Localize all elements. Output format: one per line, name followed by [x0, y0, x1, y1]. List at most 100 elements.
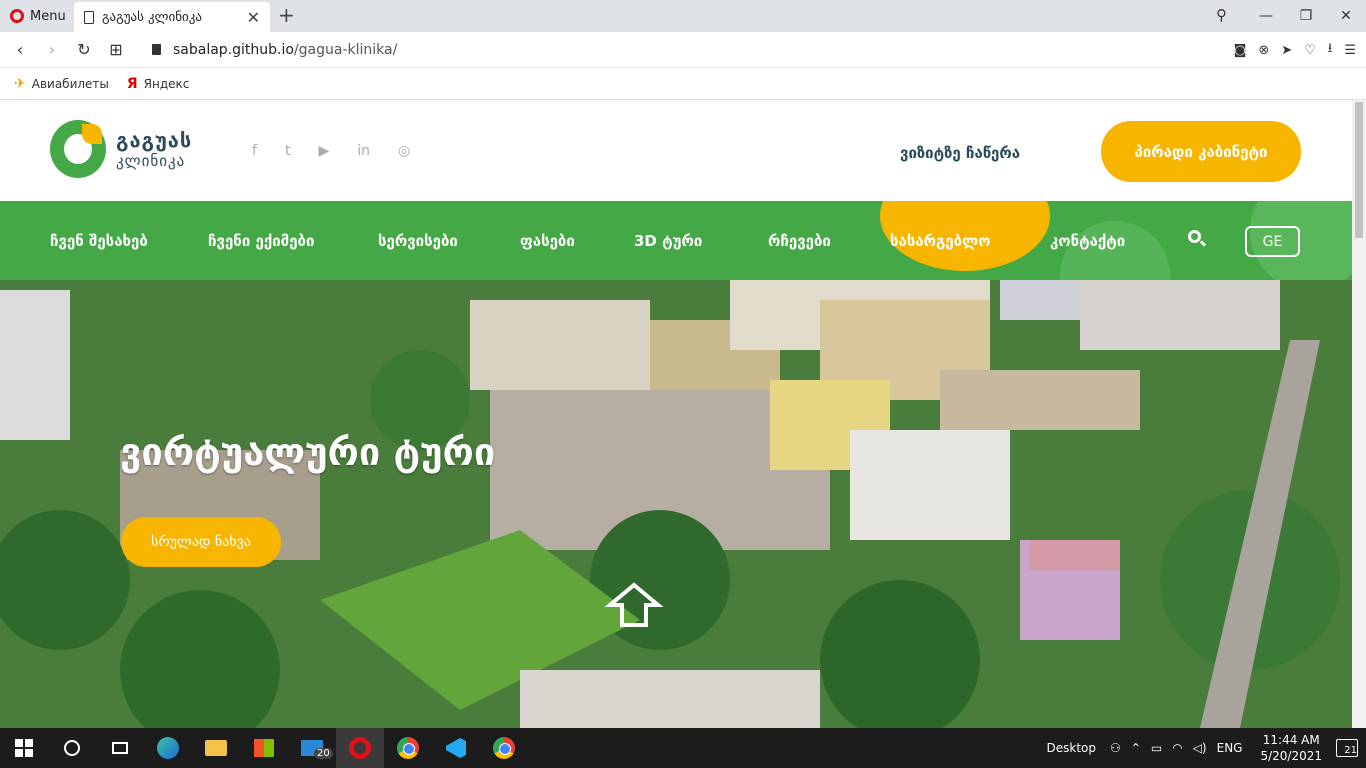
language-button[interactable]: GE: [1245, 226, 1300, 257]
opera-menu-button[interactable]: Menu: [0, 0, 76, 32]
speed-dial-icon[interactable]: ⊞: [100, 40, 132, 59]
bookmark-label: Яндекс: [143, 76, 190, 91]
nav-prices[interactable]: ფასები: [520, 232, 575, 250]
battery-icon[interactable]: ▭: [1151, 741, 1162, 755]
logo-title: გაგუას: [116, 128, 193, 152]
back-button[interactable]: ‹: [4, 40, 36, 59]
search-button[interactable]: [48, 728, 96, 768]
task-view-icon: [112, 742, 128, 754]
url-domain: sabalap.github.io: [173, 41, 294, 58]
camera-icon[interactable]: ◙: [1234, 43, 1247, 58]
store-icon: [254, 739, 274, 757]
hero-title: ვირტუალური ტური: [120, 430, 496, 474]
desktop-toolbar[interactable]: Desktop: [1047, 741, 1097, 755]
file-explorer-button[interactable]: [192, 728, 240, 768]
system-tray: Desktop ⚇ ⌃ ▭ ◠ ◁) ENG 11:44 AM 5/20/202…: [1047, 728, 1366, 768]
social-links: f t ▶ in ◎: [252, 143, 410, 159]
url-field[interactable]: sabalap.github.io/gagua-klinika/: [152, 42, 397, 58]
nav-useful[interactable]: სასარგებლო: [890, 232, 990, 250]
url-path: /gagua-klinika/: [293, 41, 398, 58]
scrollbar-thumb[interactable]: [1355, 102, 1363, 238]
decor-shape: [1060, 221, 1170, 280]
windows-icon: [15, 739, 33, 757]
folder-icon: [205, 740, 227, 756]
chrome-button[interactable]: [384, 728, 432, 768]
mail-badge: 20: [314, 748, 333, 759]
view-full-button[interactable]: სრულად ნახვა: [121, 517, 281, 567]
vscode-icon: [446, 738, 466, 758]
notification-center-icon[interactable]: 21: [1336, 739, 1358, 757]
chrome-icon: [493, 737, 515, 759]
tab-close-icon[interactable]: ✕: [247, 8, 260, 27]
new-tab-button[interactable]: +: [278, 3, 295, 27]
tab-search-icon[interactable]: ⚲: [1216, 6, 1227, 24]
clock[interactable]: 11:44 AM 5/20/2021: [1260, 732, 1322, 764]
easy-setup-icon[interactable]: ☰: [1344, 43, 1356, 58]
nav-3d-tour[interactable]: 3D ტური: [634, 232, 702, 250]
language-indicator[interactable]: ENG: [1217, 741, 1243, 755]
address-bar: ‹ › ↻ ⊞ sabalap.github.io/gagua-klinika/…: [0, 32, 1366, 68]
notification-count: 21: [1344, 745, 1357, 756]
clock-date: 5/20/2021: [1260, 749, 1322, 763]
opera-menu-label: Menu: [30, 8, 66, 24]
heart-icon[interactable]: ♡: [1304, 43, 1316, 58]
chrome-icon: [397, 737, 419, 759]
tab-title: გაგუას კლინიკა: [102, 9, 202, 25]
wifi-icon[interactable]: ◠: [1172, 741, 1182, 755]
cortana-icon: [64, 740, 80, 756]
book-visit-link[interactable]: ვიზიტზე ჩაწერა: [900, 144, 1020, 162]
youtube-icon[interactable]: ▶: [318, 143, 329, 159]
main-navigation: ჩვენ შესახებ ჩვენი ექიმები სერვისები ფას…: [0, 201, 1352, 280]
page-scrollbar[interactable]: [1352, 100, 1366, 728]
nav-doctors[interactable]: ჩვენი ექიმები: [208, 232, 314, 250]
task-view-button[interactable]: [96, 728, 144, 768]
volume-icon[interactable]: ◁): [1193, 741, 1207, 755]
hero-aerial-image: [0, 280, 1352, 728]
close-window-button[interactable]: ✕: [1326, 8, 1366, 24]
forward-button[interactable]: ›: [36, 40, 68, 59]
twitter-icon[interactable]: t: [285, 143, 291, 159]
nav-tips[interactable]: რჩევები: [768, 232, 831, 250]
opera-icon: [349, 737, 371, 759]
chevron-up-icon[interactable]: ⌃: [1131, 741, 1141, 755]
minimize-button[interactable]: —: [1246, 8, 1286, 24]
linkedin-icon[interactable]: in: [357, 143, 370, 159]
bookmarks-bar: ✈ Авиабилеты Я Яндекс: [0, 68, 1366, 100]
bookmark-aviabilety[interactable]: ✈ Авиабилеты: [14, 76, 109, 92]
people-icon[interactable]: ⚇: [1110, 741, 1121, 755]
edge-icon: [157, 737, 179, 759]
bookmark-yandex[interactable]: Я Яндекс: [127, 76, 190, 92]
mail-button[interactable]: 20: [288, 728, 336, 768]
bookmark-label: Авиабилеты: [31, 76, 109, 91]
store-button[interactable]: [240, 728, 288, 768]
browser-tab[interactable]: გაგუას კლინიკა ✕: [74, 2, 270, 32]
personal-cabinet-button[interactable]: პირადი კაბინეტი: [1101, 121, 1301, 182]
windows-taskbar: 20 Desktop ⚇ ⌃ ▭ ◠ ◁) ENG 11:44 AM 5/20/…: [0, 728, 1366, 768]
hero-banner: ვირტუალური ტური სრულად ნახვა: [0, 280, 1352, 728]
start-button[interactable]: [0, 728, 48, 768]
send-icon[interactable]: ➤: [1281, 43, 1292, 58]
document-icon: [84, 10, 94, 24]
instagram-icon[interactable]: ◎: [398, 143, 410, 159]
yandex-icon: Я: [126, 75, 138, 92]
nav-services[interactable]: სერვისები: [378, 232, 458, 250]
edge-button[interactable]: [144, 728, 192, 768]
nav-about[interactable]: ჩვენ შესახებ: [50, 232, 148, 250]
vscode-button[interactable]: [432, 728, 480, 768]
maximize-button[interactable]: ❐: [1286, 8, 1326, 24]
nav-contact[interactable]: კონტაქტი: [1050, 232, 1125, 250]
facebook-icon[interactable]: f: [252, 143, 257, 159]
chrome-profile-button[interactable]: [480, 728, 528, 768]
adblock-icon[interactable]: ⊗: [1258, 43, 1269, 58]
logo-subtitle: კლინიკა: [116, 152, 186, 170]
clock-time: 11:44 AM: [1262, 733, 1320, 747]
lock-icon: [152, 44, 161, 55]
site-logo[interactable]: გაგუას კლინიკა: [50, 120, 192, 178]
search-icon[interactable]: [1188, 230, 1207, 248]
opera-button[interactable]: [336, 728, 384, 768]
download-icon[interactable]: ⭳: [1328, 39, 1333, 61]
site-header: გაგუას კლინიკა f t ▶ in ◎ ვიზიტზე ჩაწერა…: [0, 100, 1352, 201]
window-controls: — ❐ ✕: [1246, 0, 1366, 32]
address-bar-actions: ◙ ⊗ ➤ ♡ ⭳ ☰: [1234, 32, 1356, 68]
reload-icon[interactable]: ↻: [68, 40, 100, 59]
